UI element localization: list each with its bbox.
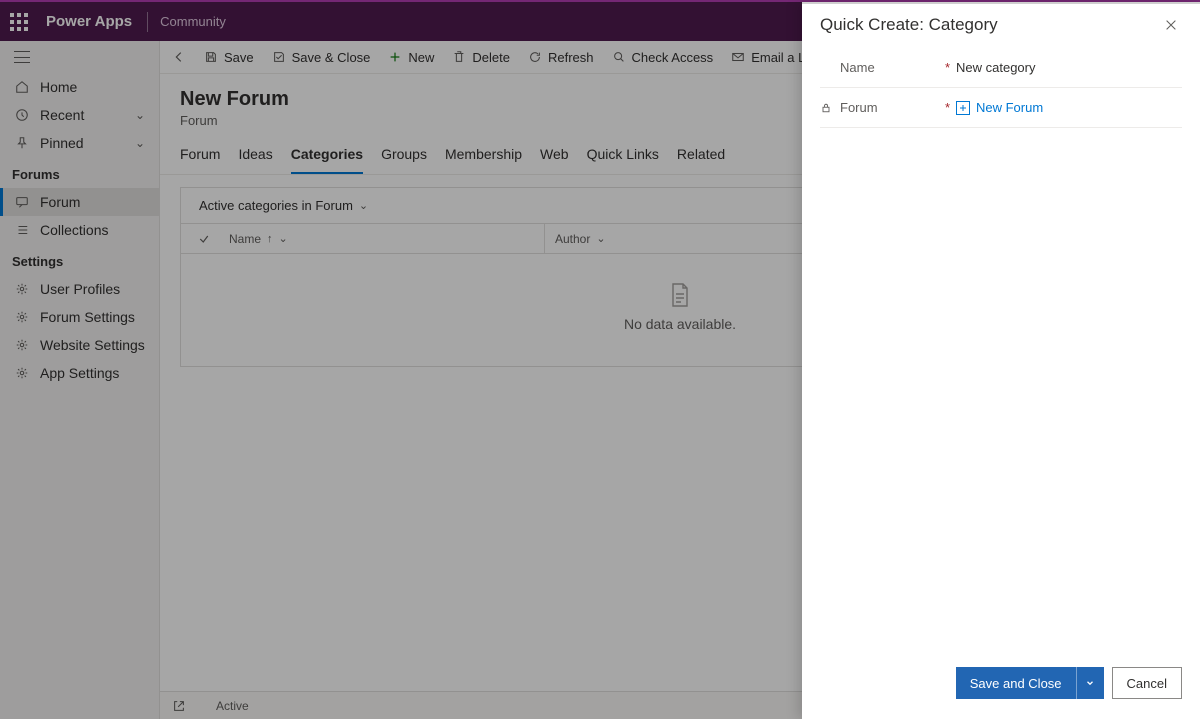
cancel-button[interactable]: Cancel xyxy=(1112,667,1182,699)
lock-icon xyxy=(820,102,834,114)
required-indicator: * xyxy=(945,100,956,115)
required-indicator: * xyxy=(945,60,956,75)
forum-lookup[interactable]: New Forum xyxy=(956,100,1182,115)
close-button[interactable] xyxy=(1160,14,1182,36)
quick-create-panel: Quick Create: Category Name * New catego… xyxy=(802,2,1200,719)
panel-title: Quick Create: Category xyxy=(820,15,998,35)
field-label: Name xyxy=(840,60,875,75)
lookup-value: New Forum xyxy=(976,100,1043,115)
name-input[interactable]: New category xyxy=(956,60,1182,75)
save-and-close-button[interactable]: Save and Close xyxy=(956,667,1076,699)
field-name[interactable]: Name * New category xyxy=(820,48,1182,88)
save-close-split-button[interactable] xyxy=(1076,667,1104,699)
lookup-icon xyxy=(956,101,970,115)
field-label: Forum xyxy=(840,100,878,115)
field-forum[interactable]: Forum * New Forum xyxy=(820,88,1182,128)
